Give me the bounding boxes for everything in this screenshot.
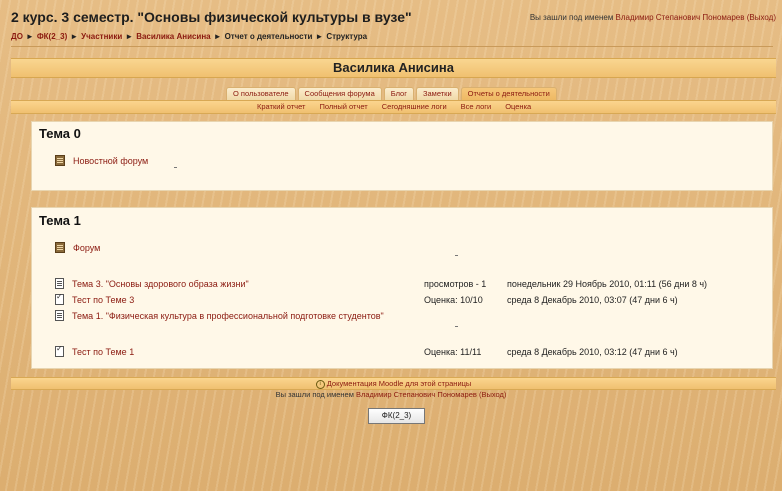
subtab-all-logs[interactable]: Все логи xyxy=(461,101,492,113)
activity-link[interactable]: Тема 1. "Физическая культура в профессио… xyxy=(72,311,384,321)
subtab-complete-report[interactable]: Полный отчет xyxy=(319,101,367,113)
resource-icon xyxy=(55,310,64,321)
doc-link-wrap: i Документация Moodle для этой страницы xyxy=(11,378,776,389)
activity-link[interactable]: Тест по Теме 1 xyxy=(72,347,134,357)
subtab-outline-report[interactable]: Краткий отчет xyxy=(257,101,305,113)
resource-icon xyxy=(55,278,64,289)
forum-icon xyxy=(55,155,65,166)
user-heading: Василика Анисина xyxy=(11,58,776,78)
section-topic-0: Тема 0 Новостной форум xyxy=(31,121,773,191)
user-name-link[interactable]: Владимир Степанович Пономарев xyxy=(616,13,745,22)
page-header: 2 курс. 3 семестр. "Основы физической ку… xyxy=(0,0,782,46)
course-title: 2 курс. 3 семестр. "Основы физической ку… xyxy=(11,9,412,25)
activity-link[interactable]: Новостной форум xyxy=(73,156,148,166)
activity-link[interactable]: Форум xyxy=(73,243,100,253)
breadcrumb-report: Отчет о деятельности xyxy=(224,32,313,41)
login-prefix: Вы зашли под именем xyxy=(275,390,354,399)
logout-link[interactable]: (Выход) xyxy=(479,390,506,399)
breadcrumb-participants[interactable]: Участники xyxy=(81,32,122,41)
separator-dash xyxy=(174,167,177,168)
footer-bar: i Документация Moodle для этой страницы xyxy=(11,377,776,390)
login-prefix: Вы зашли под именем xyxy=(529,13,614,22)
separator-dash xyxy=(455,326,458,327)
activity-info: просмотров - 1 xyxy=(424,279,487,289)
login-info-bottom: Вы зашли под именем Владимир Степанович … xyxy=(0,390,782,399)
separator-dash xyxy=(455,255,458,256)
report-subtabs: Краткий отчет Полный отчет Сегодняшние л… xyxy=(11,100,776,114)
moodle-docs-link[interactable]: Документация Moodle для этой страницы xyxy=(327,379,472,388)
subtab-today-logs[interactable]: Сегодняшние логи xyxy=(382,101,447,113)
tab-notes[interactable]: Заметки xyxy=(415,87,459,100)
section-title: Тема 1 xyxy=(39,213,81,228)
course-home-button[interactable]: ФК(2_3) xyxy=(368,408,425,424)
list-item: Тема 1. "Физическая культура в профессио… xyxy=(55,310,384,321)
tab-blog[interactable]: Блог xyxy=(383,87,414,100)
tab-forum-posts[interactable]: Сообщения форума xyxy=(297,87,382,100)
list-item: Новостной форум xyxy=(55,155,148,166)
breadcrumb-separator-icon: ► xyxy=(315,32,324,41)
activity-link[interactable]: Тема 3. "Основы здорового образа жизни" xyxy=(72,279,249,289)
activity-info: Оценка: 11/11 xyxy=(424,347,482,357)
breadcrumb-user[interactable]: Василика Анисина xyxy=(136,32,210,41)
header-divider xyxy=(11,46,773,47)
section-topic-1: Тема 1 Форум Тема 3. "Основы здорового о… xyxy=(31,207,773,369)
subtab-grade[interactable]: Оценка xyxy=(505,101,531,113)
breadcrumb: ДО ► ФК(2_3) ► Участники ► Василика Анисина ► От… xyxy=(11,32,367,41)
activity-link[interactable]: Тест по Теме 3 xyxy=(72,295,134,305)
list-item: Тема 3. "Основы здорового образа жизни" xyxy=(55,278,249,289)
breadcrumb-separator-icon: ► xyxy=(213,32,222,41)
logout-link[interactable]: (Выход) xyxy=(747,13,776,22)
forum-icon xyxy=(55,242,65,253)
activity-date: понедельник 29 Ноябрь 2010, 01:11 (56 дн… xyxy=(507,279,708,289)
tab-profile[interactable]: О пользователе xyxy=(226,87,296,100)
activity-info: Оценка: 10/10 xyxy=(424,295,483,305)
breadcrumb-separator-icon: ► xyxy=(125,32,134,41)
login-info-top: Вы зашли под именем Владимир Степанович … xyxy=(530,13,776,22)
breadcrumb-separator-icon: ► xyxy=(25,32,34,41)
list-item: Тест по Теме 3 xyxy=(55,292,134,305)
section-title: Тема 0 xyxy=(39,126,81,141)
user-tabs: О пользователе Сообщения форума Блог Зам… xyxy=(226,87,559,100)
breadcrumb-home[interactable]: ДО xyxy=(11,32,23,41)
list-item: Тест по Теме 1 xyxy=(55,344,134,357)
list-item: Форум xyxy=(55,242,100,253)
activity-date: среда 8 Декабрь 2010, 03:12 (47 дни 6 ч) xyxy=(507,347,678,357)
info-icon: i xyxy=(315,379,325,389)
activity-date: среда 8 Декабрь 2010, 03:07 (47 дни 6 ч) xyxy=(507,295,678,305)
user-name-link[interactable]: Владимир Степанович Пономарев xyxy=(356,390,477,399)
breadcrumb-course[interactable]: ФК(2_3) xyxy=(37,32,67,41)
breadcrumb-separator-icon: ► xyxy=(70,32,79,41)
quiz-icon xyxy=(55,344,64,357)
tab-activity-reports[interactable]: Отчеты о деятельности xyxy=(460,87,557,100)
breadcrumb-structure: Структура xyxy=(326,32,368,41)
quiz-icon xyxy=(55,292,64,305)
